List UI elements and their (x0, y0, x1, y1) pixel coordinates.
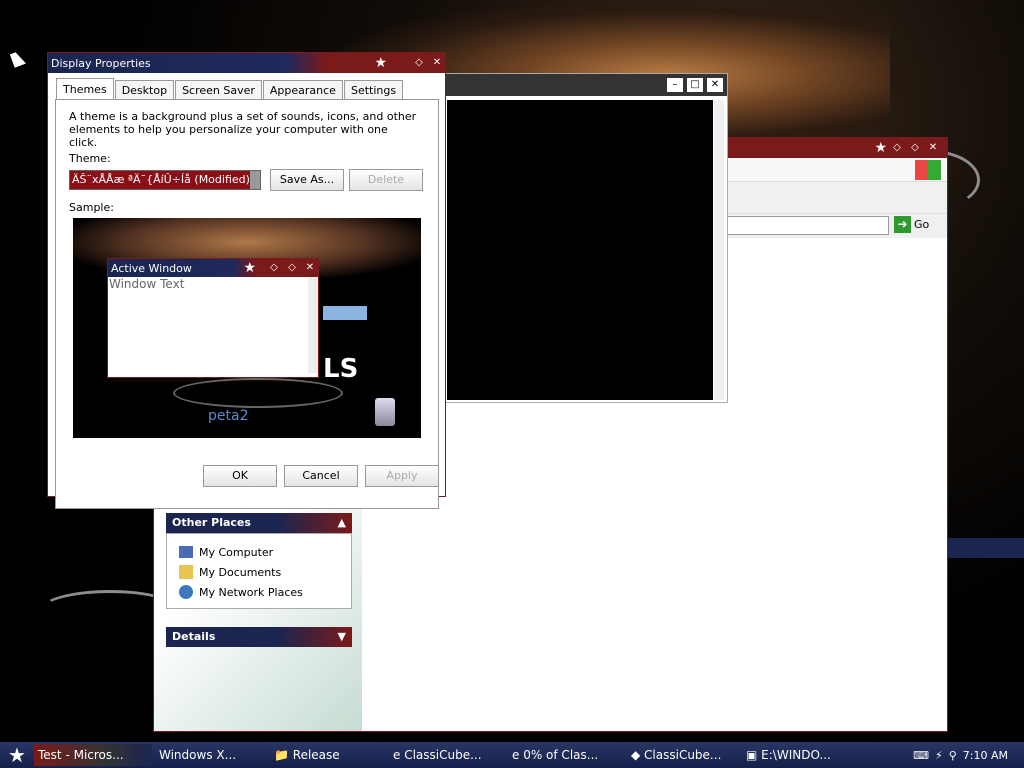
taskbar-item[interactable]: 📁 Release (270, 744, 386, 766)
go-arrow-icon: ➜ (894, 216, 911, 233)
minimize-button[interactable]: ◇ (889, 141, 905, 155)
windows-logo-icon (915, 160, 941, 180)
help-button[interactable]: ◇ (411, 56, 427, 70)
list-item-my-computer[interactable]: My Computer (179, 542, 351, 562)
network-icon (179, 585, 193, 599)
documents-icon (179, 565, 193, 579)
display-properties-dialog: Display Properties ★ ◇ ✕ Themes Desktop … (47, 52, 446, 509)
preview-swirl (173, 378, 343, 408)
tab-appearance[interactable]: Appearance (262, 80, 343, 99)
search-icon[interactable]: ⚲ (949, 749, 957, 762)
mouse-cursor-icon (9, 50, 27, 68)
explorer-task-pane: Other Places ▲ My Computer My Documents … (154, 497, 362, 731)
close-button[interactable]: ✕ (429, 56, 445, 70)
list-item-my-documents[interactable]: My Documents (179, 562, 351, 582)
sample-label: Sample: (69, 201, 114, 214)
taskbar-item[interactable]: ▣ E:\WINDO... (742, 744, 854, 766)
preview-scrollbar (308, 277, 318, 373)
save-as-button[interactable]: Save As... (270, 169, 344, 191)
minimize-button[interactable]: – (667, 78, 683, 92)
sample-preview: LS peta2 Active Window ★ ◇ ◇ ✕ Window Te… (73, 218, 421, 438)
go-button[interactable]: ➜ Go (894, 216, 929, 233)
tab-screen-saver[interactable]: Screen Saver (175, 80, 262, 99)
cube-icon: ◆ (631, 748, 645, 762)
tab-settings[interactable]: Settings (343, 80, 404, 99)
other-places-list: My Computer My Documents My Network Plac… (166, 533, 352, 609)
maximize-button[interactable]: ◇ (907, 141, 923, 155)
taskbar-item[interactable]: e ClassiCube... (389, 744, 505, 766)
preview-active-window: Active Window ★ ◇ ◇ ✕ Window Text (107, 258, 319, 378)
taskbar-item[interactable]: Test - Micros... (34, 744, 152, 766)
delete-button[interactable]: Delete (349, 169, 423, 191)
recycle-bin-icon (375, 398, 395, 426)
preview-logo-text: LS (323, 354, 359, 384)
theme-description: A theme is a background plus a set of so… (69, 110, 417, 149)
details-header[interactable]: Details ▼ (166, 627, 352, 647)
close-button[interactable]: ✕ (707, 78, 723, 92)
preview-min-icon: ◇ (270, 262, 278, 273)
clock[interactable]: 7:10 AM (963, 749, 1008, 762)
ie-icon: e (393, 748, 405, 762)
taskbar-item[interactable]: ◆ ClassiCube... (627, 744, 739, 766)
preview-window-text: Window Text (109, 277, 185, 291)
tab-desktop[interactable]: Desktop (114, 80, 175, 99)
console-titlebar: – □ ✕ (441, 74, 727, 96)
list-item-my-network-places[interactable]: My Network Places (179, 582, 351, 602)
tab-themes[interactable]: Themes (56, 78, 114, 99)
star-icon: ★ (874, 140, 887, 156)
cancel-button[interactable]: Cancel (284, 465, 358, 487)
taskbar-item[interactable]: Windows X... (155, 744, 267, 766)
expand-icon: ▼ (337, 630, 346, 643)
system-tray: ⌨ ⚡ ⚲ 7:10 AM (913, 749, 1024, 762)
maximize-button[interactable]: □ (687, 78, 703, 92)
computer-icon (179, 546, 193, 558)
ie-icon: e (512, 748, 524, 762)
dropdown-arrow-icon (250, 171, 260, 189)
star-icon: ★ (243, 260, 256, 276)
console-icon: ▣ (746, 748, 762, 762)
themes-panel: A theme is a background plus a set of so… (55, 99, 439, 509)
dialog-titlebar: Display Properties ★ ◇ ✕ (48, 53, 445, 73)
star-icon: ★ (374, 55, 387, 71)
taskbar-item[interactable]: e 0% of Clas... (508, 744, 624, 766)
tray-icon[interactable]: ⚡ (935, 749, 943, 762)
theme-select[interactable]: ÄŠ¨xÅÅæ ªÄ¯{ÅíÛ÷Íå (Modified) (69, 170, 261, 190)
preview-titlebar: Active Window ★ ◇ ◇ ✕ (108, 259, 318, 277)
console-window: – □ ✕ (440, 73, 728, 403)
right-blue-strip (948, 538, 1024, 558)
preview-brand: peta2 (208, 408, 249, 424)
apply-button[interactable]: Apply (365, 465, 439, 487)
preview-max-icon: ◇ (288, 262, 296, 273)
tray-icon[interactable]: ⌨ (913, 749, 929, 762)
theme-label: Theme: (69, 152, 111, 165)
folder-icon: 📁 (274, 748, 293, 762)
other-places-header[interactable]: Other Places ▲ (166, 513, 352, 533)
console-output[interactable] (447, 100, 713, 400)
preview-close-icon: ✕ (305, 262, 315, 273)
preview-logo-bar (323, 306, 367, 320)
tab-strip: Themes Desktop Screen Saver Appearance S… (56, 78, 404, 99)
taskbar: ★ Test - Micros... Windows X... 📁 Releas… (0, 742, 1024, 768)
ok-button[interactable]: OK (203, 465, 277, 487)
console-scrollbar[interactable] (714, 100, 724, 400)
close-button[interactable]: ✕ (925, 141, 941, 155)
collapse-icon: ▲ (337, 516, 346, 529)
start-button[interactable]: ★ (0, 742, 34, 768)
